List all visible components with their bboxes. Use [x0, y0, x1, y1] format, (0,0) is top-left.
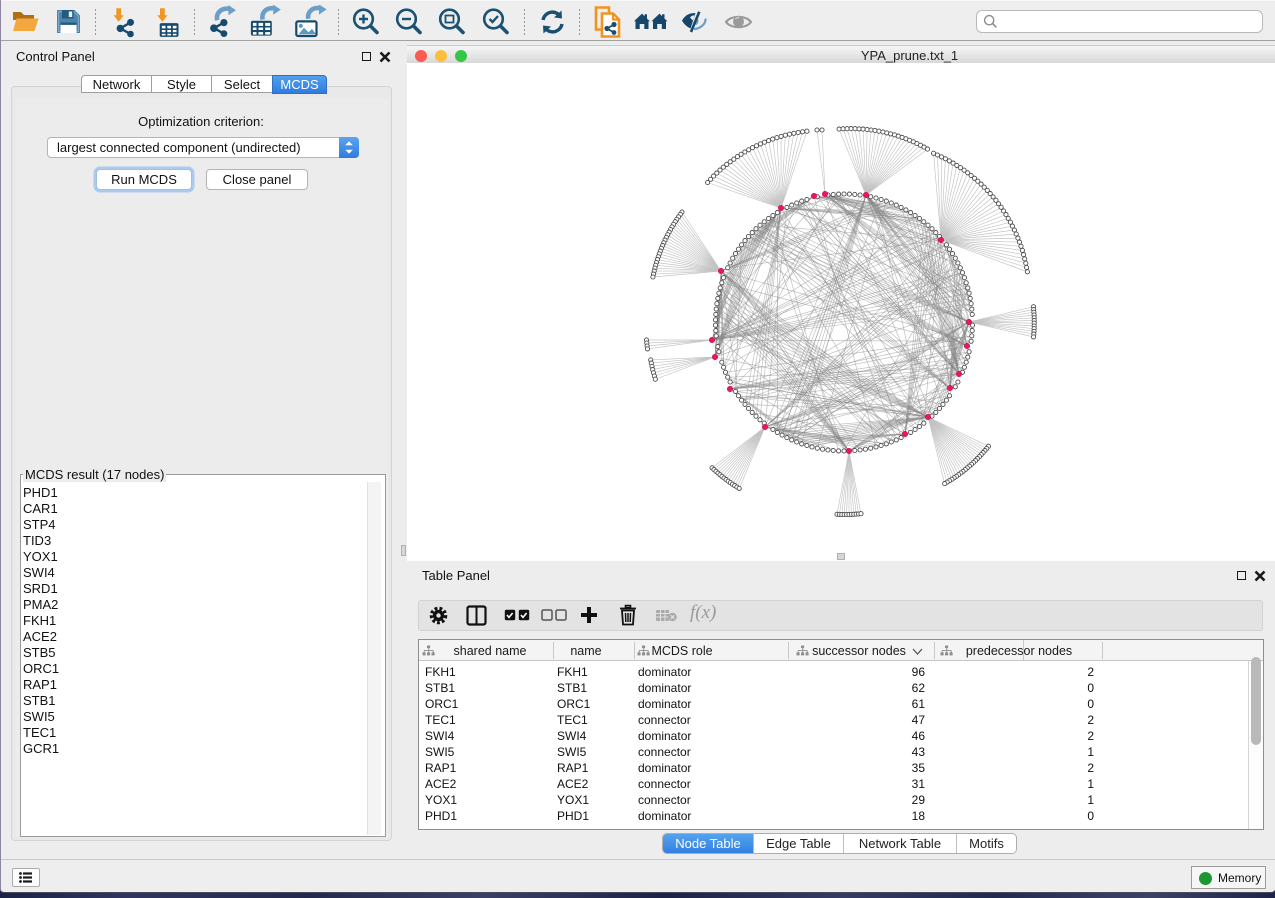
svg-text:dominator: dominator — [638, 665, 691, 679]
svg-text:18: 18 — [912, 809, 926, 823]
svg-text:YOX1: YOX1 — [425, 793, 457, 807]
svg-text:name: name — [570, 644, 601, 658]
svg-text:47: 47 — [912, 713, 926, 727]
svg-text:STB1: STB1 — [557, 681, 587, 695]
svg-text:2: 2 — [1087, 665, 1094, 679]
svg-text:FKH1: FKH1 — [557, 665, 588, 679]
svg-text:connector: connector — [638, 777, 691, 791]
svg-text:46: 46 — [912, 729, 926, 743]
svg-text:dominator: dominator — [638, 729, 691, 743]
svg-text:ACE2: ACE2 — [557, 777, 589, 791]
svg-text:dominator: dominator — [638, 809, 691, 823]
svg-text:SWI4: SWI4 — [557, 729, 587, 743]
svg-text:31: 31 — [912, 777, 926, 791]
svg-text:2: 2 — [1087, 729, 1094, 743]
svg-text:dominator: dominator — [638, 681, 691, 695]
svg-text:35: 35 — [912, 761, 926, 775]
svg-text:connector: connector — [638, 793, 691, 807]
svg-text:61: 61 — [912, 697, 926, 711]
svg-text:43: 43 — [912, 745, 926, 759]
svg-text:SWI5: SWI5 — [557, 745, 587, 759]
svg-text:shared name: shared name — [454, 644, 527, 658]
svg-text:PHD1: PHD1 — [425, 809, 457, 823]
svg-text:1: 1 — [1087, 745, 1094, 759]
svg-text:connector: connector — [638, 713, 691, 727]
svg-text:YOX1: YOX1 — [557, 793, 589, 807]
svg-text:2: 2 — [1087, 761, 1094, 775]
svg-text:TEC1: TEC1 — [557, 713, 588, 727]
svg-text:1: 1 — [1087, 793, 1094, 807]
svg-text:predecessor nodes: predecessor nodes — [966, 644, 1072, 658]
svg-text:ACE2: ACE2 — [425, 777, 457, 791]
svg-text:0: 0 — [1087, 681, 1094, 695]
svg-text:0: 0 — [1087, 809, 1094, 823]
svg-text:FKH1: FKH1 — [425, 665, 456, 679]
svg-text:1: 1 — [1087, 777, 1094, 791]
svg-text:dominator: dominator — [638, 697, 691, 711]
svg-text:62: 62 — [912, 681, 926, 695]
svg-text:29: 29 — [912, 793, 926, 807]
svg-text:SWI5: SWI5 — [425, 745, 455, 759]
svg-text:TEC1: TEC1 — [425, 713, 456, 727]
svg-text:successor nodes: successor nodes — [812, 644, 906, 658]
svg-text:ORC1: ORC1 — [425, 697, 459, 711]
svg-text:SWI4: SWI4 — [425, 729, 455, 743]
svg-text:MCDS role: MCDS role — [651, 644, 712, 658]
svg-text:STB1: STB1 — [425, 681, 455, 695]
svg-text:RAP1: RAP1 — [557, 761, 589, 775]
svg-text:0: 0 — [1087, 697, 1094, 711]
svg-text:ORC1: ORC1 — [557, 697, 591, 711]
svg-text:connector: connector — [638, 745, 691, 759]
svg-text:RAP1: RAP1 — [425, 761, 457, 775]
svg-text:96: 96 — [912, 665, 926, 679]
svg-text:PHD1: PHD1 — [557, 809, 589, 823]
svg-text:2: 2 — [1087, 713, 1094, 727]
svg-text:dominator: dominator — [638, 761, 691, 775]
